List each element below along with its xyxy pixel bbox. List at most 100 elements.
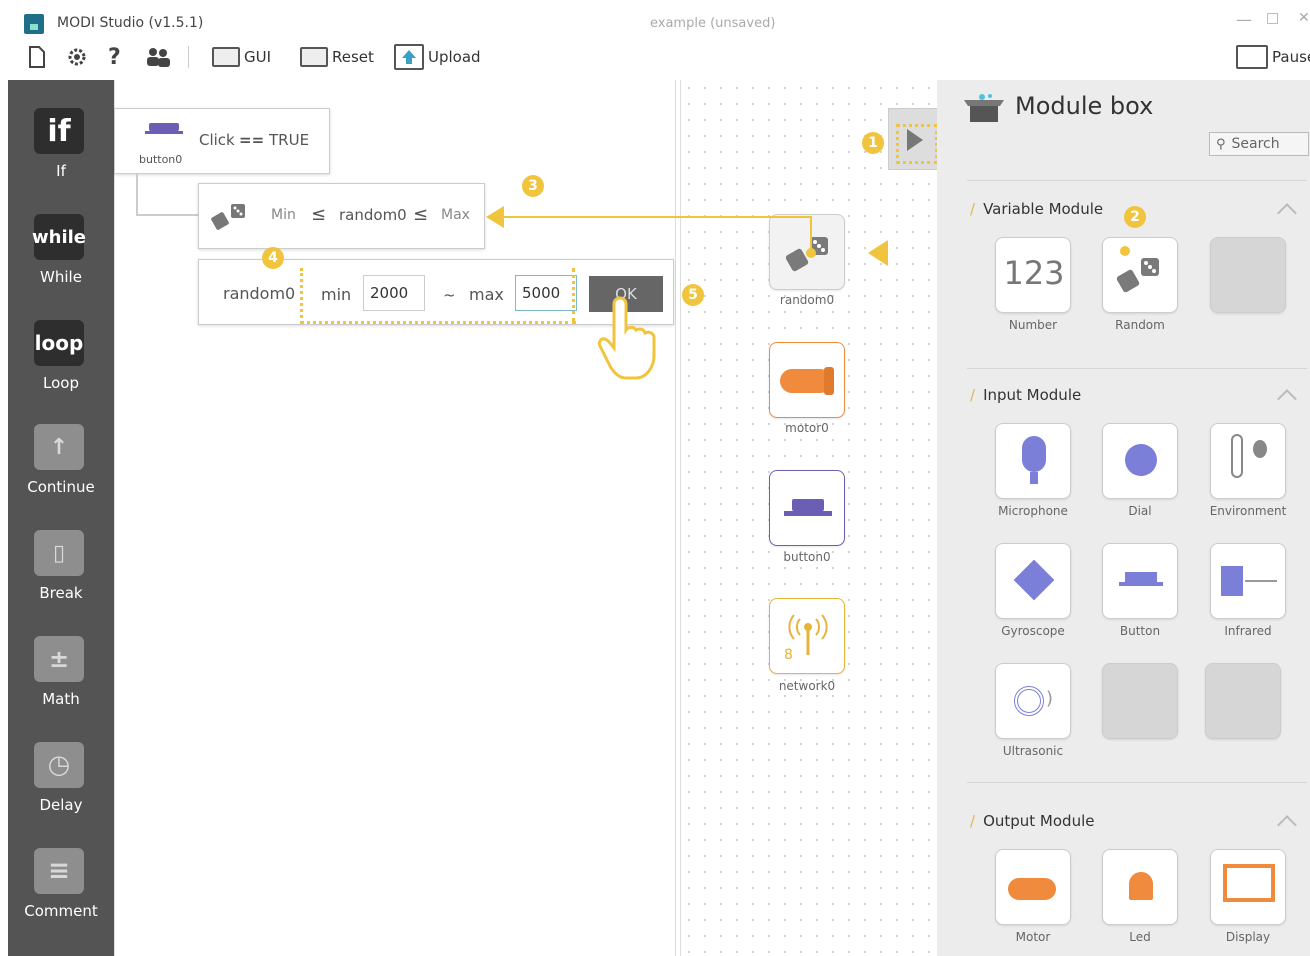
sidebar-item-continue[interactable]: ↑ Continue — [8, 424, 114, 524]
motor-cap — [824, 367, 834, 395]
module-environment[interactable] — [1210, 423, 1286, 499]
module-label-display: Display — [1225, 930, 1271, 944]
module-label-microphone: Microphone — [998, 504, 1068, 518]
delay-clock-icon: ◷ — [34, 742, 84, 788]
number-icon: 123 — [1003, 254, 1065, 292]
module-box-icon — [964, 92, 1004, 128]
reset-label: Reset — [332, 48, 374, 66]
sidebar-item-while[interactable]: while While — [8, 214, 114, 314]
button-icon-base — [784, 511, 832, 516]
module-microphone[interactable] — [995, 423, 1071, 499]
microphone-icon — [1022, 436, 1046, 472]
button-module-glyph — [1125, 572, 1157, 582]
panel-title: Module box — [1015, 92, 1154, 120]
pause-icon — [1236, 45, 1268, 69]
section-variable[interactable]: / Variable Module — [970, 200, 1103, 218]
canvas-module-motor[interactable] — [769, 342, 845, 418]
canvas-module-network[interactable]: 8 — [769, 598, 845, 674]
dial-icon — [1125, 444, 1157, 476]
close-button[interactable]: ✕ — [1298, 10, 1310, 26]
panel-arrow-marker — [868, 240, 888, 266]
module-gyroscope[interactable] — [995, 543, 1071, 619]
module-label-environment: Environment — [1209, 504, 1287, 518]
if-condition-block[interactable]: button0 Click == TRUE — [114, 108, 330, 174]
step-badge-5: 5 — [682, 284, 704, 306]
infrared-icon — [1221, 566, 1243, 596]
led-icon — [1129, 872, 1153, 900]
sidebar-item-loop[interactable]: loop Loop — [8, 320, 114, 420]
module-label-infrared: Infrared — [1224, 624, 1272, 638]
module-random[interactable] — [1102, 237, 1178, 313]
if-operator: == — [239, 131, 265, 149]
random-icon — [1116, 254, 1163, 298]
sidebar-label-delay: Delay — [39, 796, 83, 814]
canvas-module-button[interactable] — [769, 470, 845, 546]
module-motor[interactable] — [995, 849, 1071, 925]
sidebar-label-if: If — [56, 162, 66, 180]
sidebar-label-comment: Comment — [24, 902, 98, 920]
users-icon[interactable] — [144, 46, 172, 74]
search-box[interactable]: ⚲ Search — [1209, 132, 1309, 156]
highlight-range-edge — [572, 268, 575, 322]
random-le-2: ≤ — [413, 204, 429, 225]
sidebar-item-if[interactable]: if If — [8, 108, 114, 208]
canvas-label-button: button0 — [783, 550, 831, 564]
module-infrared[interactable] — [1210, 543, 1286, 619]
maximize-button[interactable]: □ — [1266, 10, 1279, 26]
sidebar-item-comment[interactable]: ≡ Comment — [8, 848, 114, 948]
section-output[interactable]: / Output Module — [970, 812, 1094, 830]
minimize-button[interactable]: — — [1236, 10, 1252, 29]
thermometer-icon — [1231, 434, 1243, 478]
module-label-random: Random — [1115, 318, 1165, 332]
settings-gear-icon[interactable] — [66, 46, 88, 74]
module-ultrasonic[interactable]: ) — [995, 663, 1071, 739]
control-sidebar: if If while While loop Loop ↑ Continue ▯… — [8, 80, 114, 956]
document-title: example (unsaved) — [650, 16, 776, 31]
section-variable-label: Variable Module — [983, 200, 1104, 218]
upload-button[interactable]: Upload — [394, 44, 481, 70]
sidebar-label-break: Break — [39, 584, 83, 602]
upload-label: Upload — [428, 48, 481, 66]
section-divider — [967, 180, 1307, 181]
editor-var-label: random0 — [223, 284, 296, 303]
math-icon: ± — [34, 636, 84, 682]
hand-cursor-icon — [596, 290, 666, 386]
sidebar-label-math: Math — [42, 690, 80, 708]
pause-button[interactable]: Pause — [1236, 44, 1310, 70]
drag-arrowhead — [486, 206, 504, 228]
module-label-led: Led — [1129, 930, 1151, 944]
random-block[interactable]: Min ≤ random0 ≤ Max — [198, 183, 485, 249]
module-button[interactable] — [1102, 543, 1178, 619]
module-display[interactable] — [1210, 849, 1286, 925]
gui-label: GUI — [244, 48, 272, 66]
motor-output-icon — [1008, 878, 1056, 900]
sidebar-item-delay[interactable]: ◷ Delay — [8, 742, 114, 842]
gui-button[interactable]: GUI — [212, 44, 271, 70]
microphone-stand — [1030, 472, 1038, 484]
app-title: MODI Studio (v1.5.1) — [57, 15, 204, 31]
canvas-label-random: random0 — [779, 293, 835, 307]
ultrasonic-icon — [1014, 686, 1044, 716]
canvas-label-network: network0 — [778, 679, 836, 693]
if-module-name: button0 — [139, 153, 183, 166]
drag-arrow-dot — [806, 248, 816, 258]
help-icon[interactable]: ? — [108, 46, 121, 70]
module-led[interactable] — [1102, 849, 1178, 925]
module-dial[interactable] — [1102, 423, 1178, 499]
step-badge-1: 1 — [862, 132, 884, 154]
button-module-icon — [149, 123, 179, 131]
dice-icon — [211, 202, 251, 236]
network-antenna-icon: 8 — [782, 611, 834, 667]
sidebar-item-math[interactable]: ± Math — [8, 636, 114, 736]
sidebar-item-break[interactable]: ▯ Break — [8, 530, 114, 630]
new-file-icon[interactable] — [28, 46, 46, 74]
upload-icon — [394, 44, 424, 70]
break-icon: ▯ — [34, 530, 84, 576]
module-number[interactable]: 123 — [995, 237, 1071, 313]
section-input[interactable]: / Input Module — [970, 386, 1081, 404]
drag-arrow-line — [500, 216, 812, 218]
reset-button[interactable]: Reset — [300, 44, 374, 70]
module-empty-slot — [1210, 237, 1286, 313]
module-label-number: Number — [1008, 318, 1058, 332]
sidebar-label-continue: Continue — [27, 478, 95, 496]
